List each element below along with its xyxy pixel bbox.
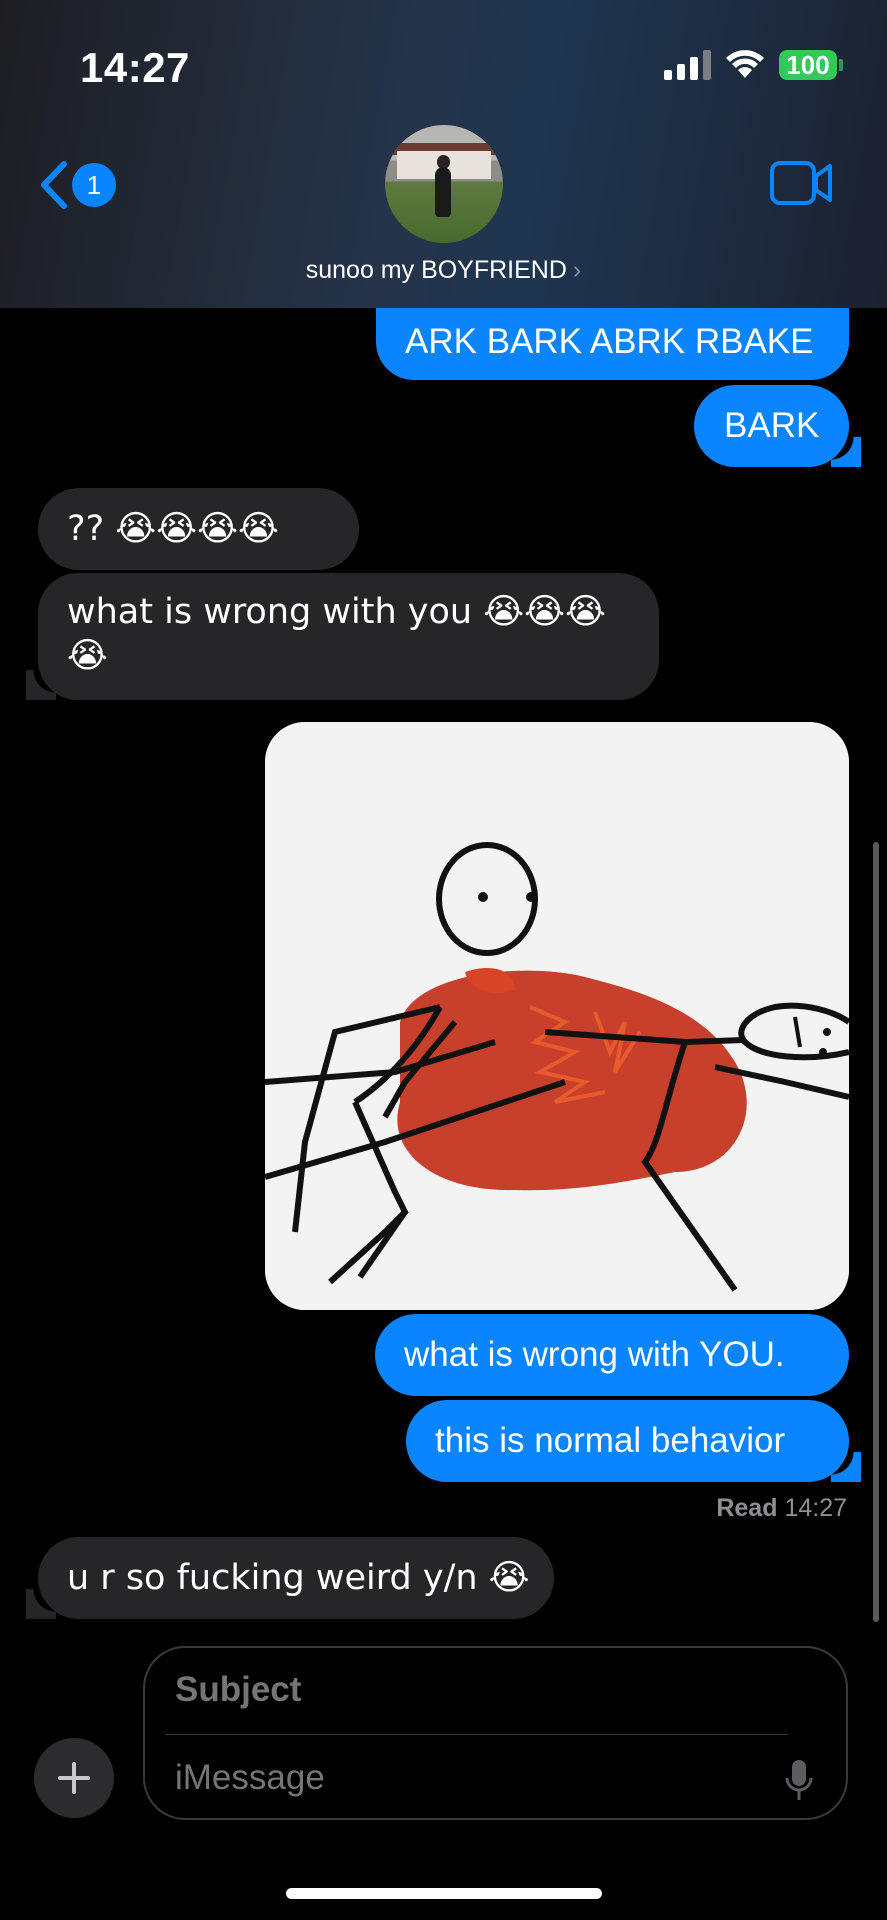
message-bubble-received[interactable]: u r so fucking weird y/n 😭	[26, 1537, 554, 1619]
message-composer	[143, 1646, 848, 1820]
battery-icon: 100	[779, 50, 843, 80]
contact-name[interactable]: sunoo my BOYFRIEND ›	[0, 256, 887, 285]
image-attachment[interactable]	[265, 722, 849, 1310]
message-text: what is wrong with YOU.	[404, 1335, 785, 1374]
subject-field[interactable]	[175, 1670, 795, 1710]
message-bubble-received[interactable]: what is wrong with you 😭😭😭 😭	[26, 573, 659, 700]
read-receipt-time: 14:27	[784, 1494, 847, 1522]
message-bubble-sent[interactable]: this is normal behavior	[406, 1400, 861, 1482]
message-bubble-sent[interactable]: what is wrong with YOU.	[375, 1314, 849, 1396]
wifi-icon	[726, 50, 764, 78]
read-receipt: Read 14:27	[716, 1494, 847, 1523]
chevron-right-icon: ›	[572, 256, 582, 284]
message-text: BARK	[724, 406, 820, 445]
stick-figure-image	[265, 722, 849, 1310]
read-receipt-label: Read	[716, 1494, 778, 1522]
cellular-signal-icon	[664, 50, 711, 80]
message-text: u r so fucking weird y/n 😭	[67, 1558, 530, 1598]
back-button[interactable]: 1	[36, 160, 116, 210]
status-time: 14:27	[80, 44, 190, 91]
message-text: ?? 😭😭😭😭	[67, 509, 279, 549]
imessage-field[interactable]	[175, 1758, 765, 1798]
message-bubble-received[interactable]: ?? 😭😭😭😭	[38, 488, 359, 570]
video-camera-icon	[770, 161, 832, 205]
composer-divider	[165, 1734, 788, 1735]
microphone-icon	[785, 1760, 813, 1800]
battery-level: 100	[779, 50, 837, 80]
message-bubble-sent[interactable]: ARK BARK ABRK RBAKE	[376, 304, 849, 380]
message-text-line: 😭	[67, 636, 108, 676]
contact-avatar[interactable]	[385, 125, 503, 243]
dictation-button[interactable]	[784, 1758, 814, 1807]
apps-plus-button[interactable]	[34, 1738, 114, 1818]
message-bubble-sent[interactable]: BARK	[694, 385, 861, 467]
status-icons: 100	[664, 50, 843, 80]
message-text-line: what is wrong with you 😭😭😭	[67, 592, 606, 632]
unread-count-badge: 1	[72, 163, 116, 207]
message-text: ARK BARK ABRK RBAKE	[405, 322, 814, 361]
plus-icon	[58, 1762, 90, 1794]
contact-name-label: sunoo my BOYFRIEND	[305, 256, 567, 284]
message-text: this is normal behavior	[435, 1421, 786, 1460]
chevron-left-icon	[41, 161, 67, 209]
conversation-header: 14:27 100 1 sunoo my BOYFRIEND ›	[0, 0, 887, 308]
scrollbar[interactable]	[873, 842, 879, 1622]
facetime-video-button[interactable]	[769, 160, 833, 211]
home-indicator[interactable]	[286, 1888, 602, 1899]
